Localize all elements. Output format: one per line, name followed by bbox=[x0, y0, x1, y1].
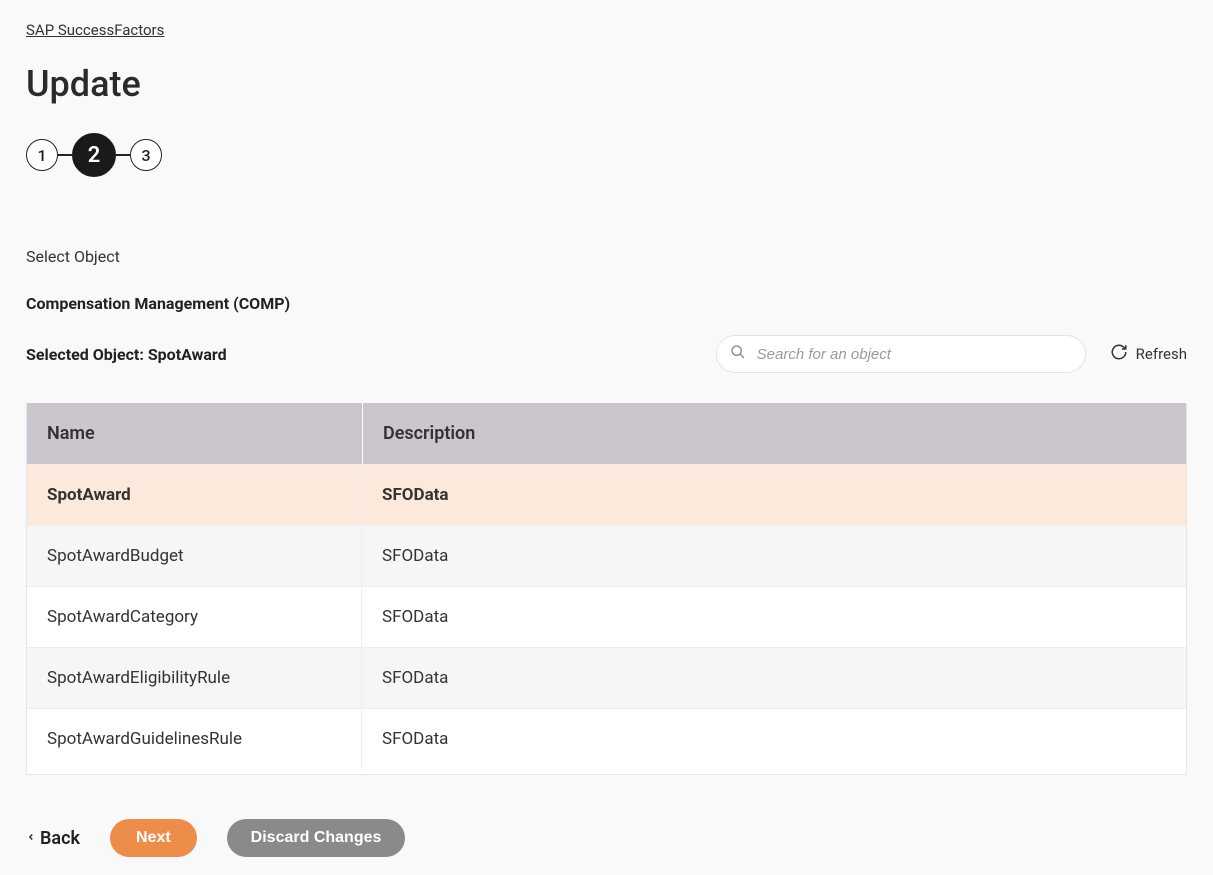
selected-object-label: Selected Object: SpotAward bbox=[26, 345, 227, 364]
table-row[interactable]: SpotAwardSFOData bbox=[27, 464, 1186, 525]
footer: Back Next Discard Changes bbox=[26, 819, 1187, 857]
cell-name: SpotAwardBudget bbox=[27, 526, 362, 586]
page-title: Update bbox=[26, 63, 1187, 105]
next-button[interactable]: Next bbox=[110, 819, 197, 857]
step-2[interactable]: 2 bbox=[72, 133, 116, 177]
search-input[interactable] bbox=[716, 335, 1086, 373]
refresh-button[interactable]: Refresh bbox=[1110, 343, 1187, 365]
table-row[interactable]: SpotAwardEligibilityRuleSFOData bbox=[27, 647, 1186, 708]
table-header: Name Description bbox=[27, 403, 1186, 464]
cell-name: SpotAwardGuidelinesRule bbox=[27, 709, 362, 769]
back-label: Back bbox=[40, 828, 80, 849]
step-3[interactable]: 3 bbox=[130, 139, 162, 171]
category-label: Compensation Management (COMP) bbox=[26, 294, 1187, 313]
discard-button[interactable]: Discard Changes bbox=[227, 819, 406, 857]
step-connector bbox=[58, 154, 72, 156]
header-description: Description bbox=[362, 403, 1186, 464]
search-wrap bbox=[716, 335, 1086, 373]
refresh-icon bbox=[1110, 343, 1128, 365]
table-row[interactable]: SpotAwardCategorySFOData bbox=[27, 586, 1186, 647]
stepper: 1 2 3 bbox=[26, 133, 1187, 177]
cell-description: SFOData bbox=[362, 648, 1186, 708]
back-button[interactable]: Back bbox=[26, 828, 80, 849]
step-1[interactable]: 1 bbox=[26, 139, 58, 171]
step-connector bbox=[116, 154, 130, 156]
section-label: Select Object bbox=[26, 247, 1187, 266]
table-row[interactable]: SpotAwardGuidelinesRuleSFOData bbox=[27, 708, 1186, 769]
cell-description: SFOData bbox=[362, 709, 1186, 769]
table-row[interactable]: SpotAwardBudgetSFOData bbox=[27, 525, 1186, 586]
cell-description: SFOData bbox=[362, 465, 1186, 525]
cell-name: SpotAward bbox=[27, 465, 362, 525]
breadcrumb-link[interactable]: SAP SuccessFactors bbox=[26, 21, 164, 39]
refresh-label: Refresh bbox=[1136, 345, 1187, 363]
search-icon bbox=[730, 344, 746, 364]
table-body[interactable]: SpotAwardSFODataSpotAwardBudgetSFODataSp… bbox=[27, 464, 1186, 774]
header-name: Name bbox=[27, 403, 362, 464]
cell-description: SFOData bbox=[362, 526, 1186, 586]
chevron-left-icon bbox=[26, 828, 36, 849]
cell-name: SpotAwardCategory bbox=[27, 587, 362, 647]
object-table: Name Description SpotAwardSFODataSpotAwa… bbox=[26, 403, 1187, 775]
cell-name: SpotAwardEligibilityRule bbox=[27, 648, 362, 708]
cell-description: SFOData bbox=[362, 587, 1186, 647]
